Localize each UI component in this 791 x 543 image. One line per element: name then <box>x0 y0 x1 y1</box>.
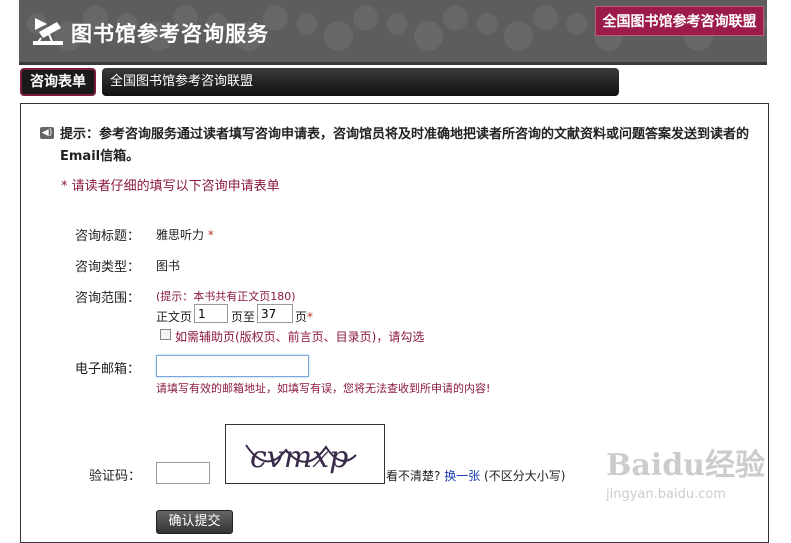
captcha-input[interactable] <box>156 462 210 484</box>
speaker-icon: ◀) <box>40 127 54 139</box>
email-label: 电子邮箱： <box>75 362 141 377</box>
type-value: 图书 <box>156 259 181 273</box>
tab-consult-form[interactable]: 咨询表单 <box>20 68 96 96</box>
range-label: 咨询范围： <box>75 291 141 306</box>
email-field[interactable] <box>156 355 309 377</box>
header-banner: 图书馆参考咨询服务 全国图书馆参考咨询联盟 <box>19 0 767 65</box>
breadcrumb: 全国图书馆参考咨询联盟 <box>102 68 619 96</box>
captcha-refresh-link[interactable]: 换一张 <box>444 469 480 483</box>
submit-button[interactable]: 确认提交 <box>156 510 233 534</box>
baidu-watermark: Baidu经验 <box>606 448 765 483</box>
range-suffix-row: 页* <box>295 308 313 325</box>
aux-pages-checkbox[interactable] <box>160 329 171 340</box>
captcha-help-row: 看不清楚? 换一张 (不区分大小写) <box>386 467 565 484</box>
watermark-url: jingyan.baidu.com <box>606 487 726 502</box>
page-title: 图书馆参考咨询服务 <box>71 22 269 46</box>
title-label: 咨询标题： <box>75 229 141 244</box>
captcha-case-note: (不区分大小写) <box>484 469 566 483</box>
captcha-unclear: 看不清楚? <box>386 469 441 483</box>
type-label: 咨询类型： <box>75 260 141 275</box>
range-prefix: 正文页 <box>156 310 193 324</box>
range-from-input[interactable] <box>194 304 228 323</box>
range-to-input[interactable] <box>257 304 293 323</box>
required-mark: * <box>207 228 214 242</box>
range-to-text: 页至 <box>231 310 256 324</box>
library-logo-icon <box>33 18 63 45</box>
alliance-button[interactable]: 全国图书馆参考咨询联盟 <box>595 6 764 36</box>
range-hint: (提示：本书共有正文页180) <box>156 290 296 303</box>
form-notice: * 请读者仔细的填写以下咨询申请表单 <box>61 179 280 194</box>
captcha-text: cvmxp <box>250 440 348 475</box>
tip-text: 提示：参考咨询服务通过读者填写咨询申请表，咨询馆员将及时准确地把读者所咨询的文献… <box>60 127 750 164</box>
title-value-row: 雅思听力 * <box>156 226 214 243</box>
title-value: 雅思听力 <box>156 228 205 242</box>
aux-pages-label: 如需辅助页(版权页、前言页、目录页)，请勾选 <box>175 330 425 344</box>
captcha-image[interactable]: cvmxp <box>225 424 385 484</box>
email-hint: 请填写有效的邮箱地址，如填写有误，您将无法查收到所申请的内容! <box>156 382 491 395</box>
captcha-label: 验证码： <box>89 469 142 484</box>
range-suffix: 页 <box>295 310 308 324</box>
required-mark: * <box>307 310 314 324</box>
